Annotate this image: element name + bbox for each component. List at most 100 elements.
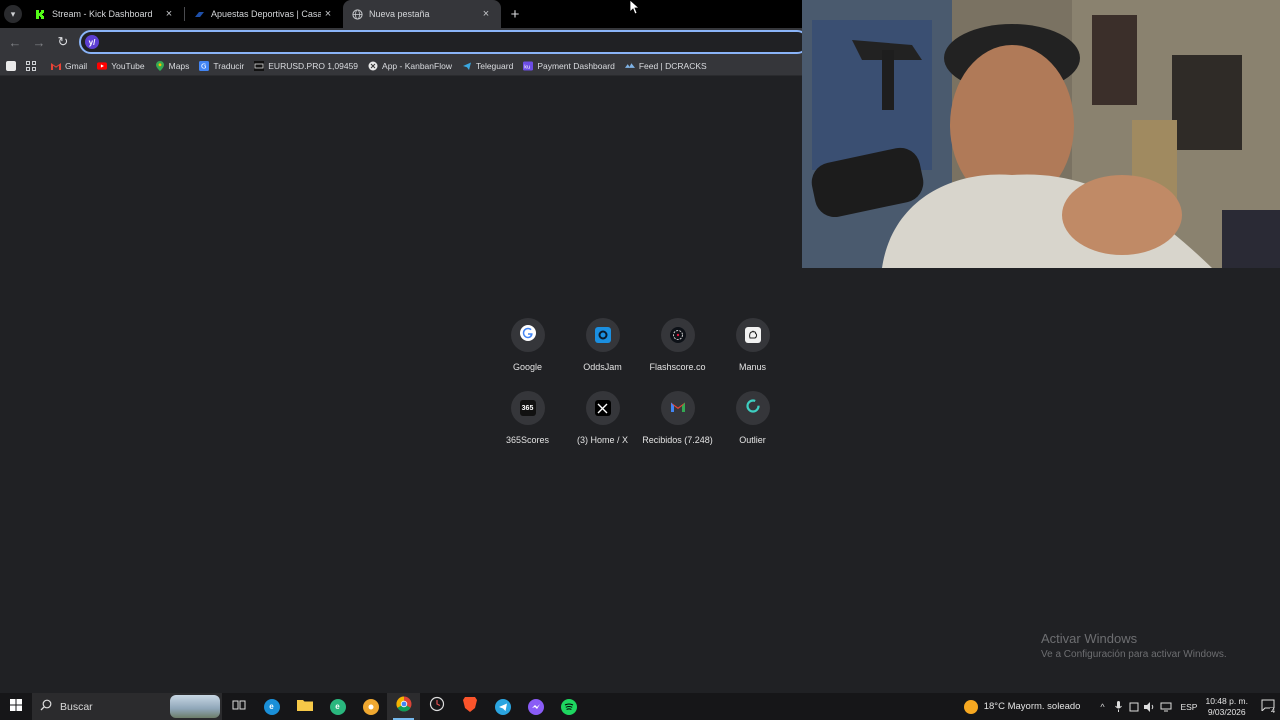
shortcut-label: Google	[512, 362, 543, 372]
teleguard-icon	[462, 61, 472, 71]
start-button[interactable]	[0, 693, 32, 720]
reload-button[interactable]: ↻	[51, 30, 75, 54]
shortcut-gmail-inbox[interactable]: Recibidos (7.248)	[640, 391, 715, 445]
search-highlight-image	[170, 695, 220, 718]
bookmark-payment-dashboard[interactable]: ku Payment Dashboard	[518, 57, 620, 75]
shortcut-flashscore[interactable]: Flashscore.co	[640, 318, 715, 372]
tab-groups-icon[interactable]	[6, 60, 16, 71]
language-indicator[interactable]: ESP	[1180, 702, 1197, 712]
clock[interactable]: 10:48 p. m. 9/03/2026	[1205, 696, 1248, 718]
shortcut-365scores[interactable]: 365 365Scores	[490, 391, 565, 445]
bookmark-traducir[interactable]: G Traducir	[194, 57, 249, 75]
back-button[interactable]: ←	[3, 30, 27, 54]
close-icon[interactable]: ×	[479, 8, 493, 20]
taskbar-messenger[interactable]	[519, 693, 552, 720]
taskbar-telegram[interactable]	[486, 693, 519, 720]
battery-icon[interactable]	[1126, 693, 1142, 720]
kick-icon	[34, 8, 46, 20]
taskbar-brave[interactable]	[453, 693, 486, 720]
bookmark-youtube[interactable]: YouTube	[92, 57, 149, 75]
bookmark-kanbanflow[interactable]: App - KanbanFlow	[363, 57, 457, 75]
youtube-icon	[97, 61, 108, 71]
microphone-icon[interactable]	[1110, 693, 1126, 720]
volume-icon[interactable]	[1142, 693, 1158, 720]
mouse-cursor-icon	[629, 0, 641, 20]
bookmark-label: Maps	[168, 60, 190, 71]
shortcut-google[interactable]: Google	[490, 318, 565, 372]
bookmark-eurusd[interactable]: EURUSD.PRO 1,09459	[249, 57, 363, 75]
clock-app-icon	[429, 696, 445, 717]
tab-kick-dashboard[interactable]: Stream - Kick Dashboard ×	[26, 0, 184, 28]
365scores-icon: 365	[519, 400, 536, 416]
taskbar-chrome[interactable]	[387, 693, 420, 720]
gmail-icon	[51, 61, 61, 71]
webcam-overlay	[802, 0, 1280, 268]
taskbar-spotify[interactable]	[552, 693, 585, 720]
edge-dev-icon: e	[329, 698, 346, 715]
apps-grid-icon[interactable]	[26, 60, 36, 71]
shortcut-label: Flashscore.co	[649, 362, 706, 372]
close-icon[interactable]: ×	[321, 8, 335, 20]
notification-count: 4	[1270, 708, 1276, 715]
search-label: Buscar	[60, 700, 93, 713]
webcam-image	[802, 0, 1280, 268]
address-input[interactable]	[105, 32, 807, 52]
ku-icon: ku	[523, 60, 534, 71]
edge-icon: e	[263, 698, 280, 715]
taskbar-app-yellow[interactable]	[354, 693, 387, 720]
tab-apuestas-deportivas[interactable]: Apuestas Deportivas | Casa de A ×	[185, 0, 343, 28]
outlier-icon	[745, 398, 761, 419]
network-icon[interactable]	[1158, 693, 1174, 720]
search-icon	[40, 698, 52, 716]
bookmark-maps[interactable]: Maps	[150, 57, 195, 75]
shortcut-label: Recibidos (7.248)	[642, 435, 713, 445]
flashscore-icon	[669, 327, 686, 343]
forward-button[interactable]: →	[27, 30, 51, 54]
shortcut-grid: Google OddsJam Flashscore.co Manus 365 3…	[490, 318, 790, 445]
shortcut-label: (3) Home / X	[576, 435, 628, 445]
taskbar-edge-dev[interactable]: e	[321, 693, 354, 720]
manus-icon	[744, 327, 761, 343]
taskbar-search-box[interactable]: Buscar	[32, 693, 222, 720]
shortcut-outlier[interactable]: Outlier	[715, 391, 790, 445]
tab-nueva-pestana[interactable]: Nueva pestaña ×	[343, 0, 501, 28]
app-icon	[362, 698, 379, 715]
shortcut-icon-tile	[585, 391, 620, 425]
weather-widget[interactable]: 18°C Mayorm. soleado	[963, 699, 1080, 714]
watermark-title: Activar Windows	[1041, 631, 1138, 646]
taskbar-app-clock[interactable]	[420, 693, 453, 720]
new-tab-button[interactable]: +	[501, 0, 529, 28]
system-tray: 18°C Mayorm. soleado ^ ESP 10:48 p. m. 9…	[963, 693, 1280, 720]
clock-time: 10:48 p. m.	[1205, 695, 1248, 706]
gmail-icon	[670, 399, 685, 417]
address-bar[interactable]: y/	[79, 30, 809, 54]
shortcut-label: OddsJam	[583, 362, 622, 372]
bookmark-label: Payment Dashboard	[537, 60, 615, 71]
tab-title: Stream - Kick Dashboard	[52, 9, 153, 19]
taskbar-file-explorer[interactable]	[288, 693, 321, 720]
bookmark-label: EURUSD.PRO 1,09459	[268, 60, 359, 71]
sun-icon	[963, 699, 978, 714]
bookmark-teleguard[interactable]: Teleguard	[457, 57, 518, 75]
shortcut-x-home[interactable]: (3) Home / X	[565, 391, 640, 445]
notification-center-button[interactable]: 4	[1256, 693, 1280, 720]
bookmark-gmail[interactable]: Gmail	[46, 57, 92, 75]
shortcut-manus[interactable]: Manus	[715, 318, 790, 372]
taskbar-edge[interactable]: e	[255, 693, 288, 720]
spotify-icon	[560, 698, 577, 715]
bookmark-feed-dcracks[interactable]: Feed | DCRACKS	[620, 57, 712, 75]
x-icon	[594, 400, 611, 416]
show-hidden-icons-button[interactable]: ^	[1094, 693, 1110, 720]
reload-icon: ↻	[57, 34, 69, 49]
shortcut-icon-tile	[585, 318, 620, 352]
task-view-icon	[232, 698, 246, 716]
task-view-button[interactable]	[222, 693, 255, 720]
close-icon[interactable]: ×	[162, 8, 176, 20]
tab-search-button[interactable]: ▾	[0, 0, 26, 28]
shortcut-oddsjam[interactable]: OddsJam	[565, 318, 640, 372]
bookmark-label: Gmail	[65, 60, 88, 71]
bookmark-label: App - KanbanFlow	[382, 60, 452, 71]
svg-text:G: G	[201, 62, 206, 70]
bookmark-label: YouTube	[111, 60, 145, 71]
shortcut-label: 365Scores	[505, 435, 550, 445]
